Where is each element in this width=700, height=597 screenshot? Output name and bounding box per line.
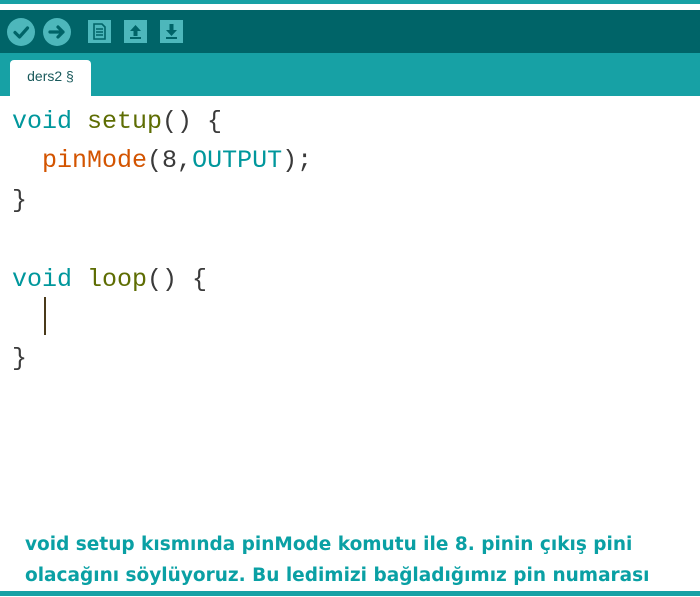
- upload-button[interactable]: [43, 18, 71, 46]
- toolbar: [0, 10, 700, 53]
- check-icon: [13, 26, 30, 39]
- code-line-setup: void setup() {: [12, 104, 222, 140]
- function-call: pinMode: [42, 146, 148, 175]
- save-button[interactable]: [160, 20, 183, 43]
- constant: OUTPUT: [192, 146, 283, 175]
- verify-button[interactable]: [7, 18, 35, 46]
- function-name: setup: [87, 107, 163, 136]
- code-punct: (8,: [147, 146, 193, 175]
- tab-bar: ders2 §: [0, 53, 700, 96]
- code-line-pinmode: pinMode(8,OUTPUT);: [12, 143, 312, 179]
- caption-line-1: void setup kısmında pinMode komutu ile 8…: [25, 534, 633, 555]
- caption-line-2: olacağını söylüyoruz. Bu ledimizi bağlad…: [25, 565, 650, 586]
- keyword-void: void: [12, 265, 73, 294]
- arrow-down-icon: [166, 24, 177, 39]
- code-punct: }: [12, 344, 28, 373]
- code-punct: () {: [162, 107, 223, 136]
- arrow-up-icon: [130, 25, 141, 39]
- document-icon: [93, 23, 106, 40]
- code-punct: );: [282, 146, 313, 175]
- arrow-right-icon: [48, 25, 65, 39]
- tab-ders2[interactable]: ders2 §: [10, 60, 91, 96]
- code-line-close-brace: }: [12, 341, 27, 377]
- code-punct: () {: [147, 265, 208, 294]
- text-caret: [44, 297, 46, 335]
- code-punct: }: [12, 186, 28, 215]
- keyword-void: void: [12, 107, 73, 136]
- bottom-accent-stripe: [0, 591, 700, 596]
- code-line-loop: void loop() {: [12, 262, 207, 298]
- open-button[interactable]: [124, 20, 147, 43]
- code-line-close-brace: }: [12, 183, 27, 219]
- function-name: loop: [87, 265, 148, 294]
- tab-label: ders2 §: [27, 68, 74, 84]
- new-button[interactable]: [88, 20, 111, 43]
